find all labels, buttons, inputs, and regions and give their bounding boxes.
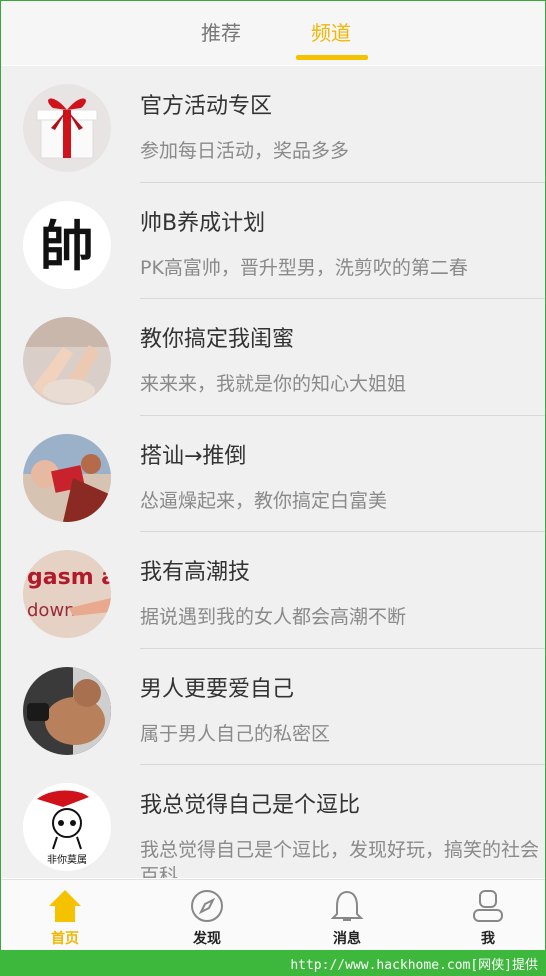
top-tab-bar: 推荐 频道	[1, 1, 545, 65]
channel-title: 官方活动专区	[140, 94, 273, 119]
user-icon	[473, 890, 503, 922]
nav-label: 首页	[51, 931, 79, 947]
muscle-avatar	[23, 666, 111, 755]
list-item[interactable]: 官方活动专区 参加每日活动，奖品多多	[1, 66, 545, 183]
bottom-nav: 首页 发现 消息 我	[1, 879, 545, 951]
channel-subtitle: 属于男人自己的私密区	[140, 722, 331, 745]
list-item[interactable]: gasm ag down 我有高潮技 据说遇到我的女人都会高潮不断	[1, 532, 545, 649]
channel-subtitle: 我总觉得自己是个逗比，发现好玩，搞笑的社会百科	[140, 839, 540, 878]
nav-label: 我	[481, 931, 495, 947]
bell-icon	[330, 890, 364, 921]
nav-label: 发现	[193, 931, 221, 947]
channel-subtitle: 参加每日活动，奖品多多	[140, 140, 350, 162]
nav-discover[interactable]: 发现	[157, 880, 257, 951]
list-item[interactable]: 搭讪→推倒 怂逼燥起来，教你搞定白富美	[1, 416, 545, 532]
tab-channel[interactable]: 频道	[311, 17, 351, 46]
poster-avatar	[23, 433, 111, 522]
calligraphy-avatar: 帥	[23, 200, 111, 289]
channel-subtitle: 据说遇到我的女人都会高潮不断	[140, 606, 407, 628]
avatar-text: 非你莫属	[47, 853, 87, 866]
avatar-text: 帥	[40, 214, 94, 278]
list-item[interactable]: 男人更要爱自己 属于男人自己的私密区	[1, 649, 545, 765]
channel-subtitle: 怂逼燥起来，教你搞定白富美	[140, 489, 388, 512]
avatar-text: down	[27, 600, 76, 621]
channel-title: 男人更要爱自己	[140, 676, 295, 702]
nav-label: 消息	[333, 931, 361, 947]
compass-icon	[191, 890, 223, 922]
channel-subtitle: 来来来，我就是你的知心大姐姐	[140, 373, 407, 395]
list-item[interactable]: 教你搞定我闺蜜 来来来，我就是你的知心大姐姐	[1, 299, 545, 416]
cartoon-avatar: 非你莫属	[23, 783, 111, 871]
channel-title: 教你搞定我闺蜜	[140, 327, 295, 352]
home-icon	[49, 890, 81, 922]
nav-me[interactable]: 我	[438, 880, 538, 951]
channel-title: 帅B养成计划	[140, 210, 266, 236]
nav-messages[interactable]: 消息	[297, 880, 397, 951]
active-tab-indicator	[296, 55, 368, 60]
list-item[interactable]: 帥 帅B养成计划 PK高富帅，晋升型男，洗剪吹的第二春	[1, 183, 545, 299]
channel-title: 搭讪→推倒	[140, 443, 247, 469]
channel-title: 我总觉得自己是个逗比	[140, 793, 361, 818]
tab-recommend[interactable]: 推荐	[201, 17, 241, 46]
list-item[interactable]: 非你莫属 我总觉得自己是个逗比 我总觉得自己是个逗比，发现好玩，搞笑的社会百科	[1, 765, 545, 878]
watermark-bar: http://www.hackhome.com[网侠]提供	[0, 950, 546, 976]
channel-subtitle: PK高富帅，晋升型男，洗剪吹的第二春	[140, 256, 468, 279]
channel-list[interactable]: 官方活动专区 参加每日活动，奖品多多 帥 帅B养成计划 PK高富帅，晋升型男，洗…	[1, 66, 545, 878]
photo-avatar	[23, 317, 111, 405]
nav-home[interactable]: 首页	[15, 880, 115, 951]
channel-title: 我有高潮技	[140, 560, 251, 585]
text-photo-avatar: gasm ag down	[23, 550, 111, 638]
watermark-text: http://www.hackhome.com[网侠]提供	[290, 958, 538, 973]
avatar-text: gasm ag	[27, 565, 111, 590]
gift-box-avatar	[23, 84, 111, 172]
